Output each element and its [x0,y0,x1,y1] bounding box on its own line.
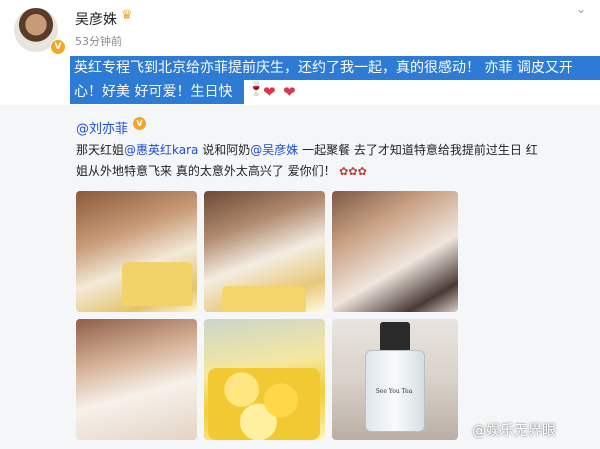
bottle-label: See You Tea [375,388,413,395]
post-text-line2: 心！好美 好可爱！生日快乐 [70,80,244,124]
mention-link[interactable]: @吴彦姝 [250,143,298,157]
repost-author[interactable]: @刘亦菲 [76,118,128,137]
repost-text-segment: 一起聚餐 去了才知道特意给我提前过生日 红 [298,143,538,157]
watermark: @娱乐无界眼 [472,423,556,439]
post-text-line1: 英红专程飞到北京给亦菲提前庆生，还约了我一起，真的很感动！ 亦菲 调皮又开 [70,56,600,80]
wine-glass-icon: 🍷 [248,82,265,97]
bottle-cap [380,322,410,352]
photo-3[interactable] [332,191,458,312]
cake-shape [222,286,306,312]
heart-icon: ❤ [283,83,296,101]
repost-text-line1: 那天红姐@惠英红kara 说和阿奶@吴彦姝 一起聚餐 去了才知道特意给我提前过生… [76,141,538,158]
heart-icon: ❤ [263,83,276,101]
post-time: 53分钟前 [75,35,122,48]
verified-badge: V [50,39,66,55]
author-name[interactable]: 吴彦姝 [75,9,117,29]
repost-text-segment: 说和阿奶 [198,143,251,157]
verified-badge: V [133,117,146,130]
cake-shape [122,262,192,306]
mention-link[interactable]: @惠英红kara [124,143,198,157]
rose-icon: ✿✿✿ [335,165,367,178]
cake-shape [208,368,320,440]
photo-4[interactable] [76,319,197,440]
chevron-down-icon[interactable]: ⌄ [576,2,586,16]
repost-text-segment: 姐从外地特意飞来 真的太意外太高兴了 爱你们！ [76,164,336,178]
repost-text-line2: 姐从外地特意飞来 真的太意外太高兴了 爱你们！ ✿✿✿ [76,162,367,179]
repost-text-segment: 那天红姐 [76,143,125,157]
crown-icon: ♛ [121,8,133,23]
